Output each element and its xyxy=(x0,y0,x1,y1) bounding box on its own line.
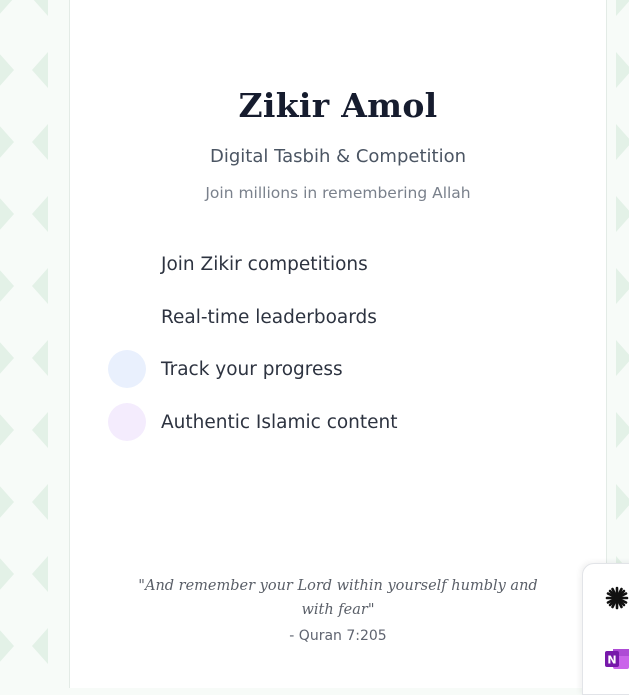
pattern-chevron xyxy=(32,124,48,160)
app-tagline: Join millions in remembering Allah xyxy=(205,184,471,202)
welcome-card: Zikir Amol Digital Tasbih & Competition … xyxy=(69,0,607,688)
pattern-chevron xyxy=(32,628,48,664)
pattern-chevron xyxy=(32,412,48,448)
onenote-icon[interactable]: N xyxy=(603,645,629,673)
pattern-chevron xyxy=(32,556,48,592)
app-title: Zikir Amol xyxy=(238,86,438,125)
feature-label: Real-time leaderboards xyxy=(161,306,377,328)
pattern-chevron xyxy=(32,52,48,88)
pattern-chevron xyxy=(616,268,629,304)
pattern-chevron xyxy=(616,196,629,232)
pattern-chevron xyxy=(616,484,629,520)
pattern-chevron xyxy=(0,558,14,590)
pattern-chevron xyxy=(616,412,629,448)
pattern-chevron xyxy=(616,340,629,376)
pattern-chevron xyxy=(32,340,48,376)
pattern-chevron xyxy=(0,270,14,302)
feature-label: Authentic Islamic content xyxy=(161,411,398,433)
feature-competitions: Join Zikir competitions xyxy=(108,245,368,283)
pattern-chevron xyxy=(32,196,48,232)
pattern-chevron xyxy=(0,0,13,14)
asterisk-icon[interactable] xyxy=(603,584,629,612)
pattern-chevron xyxy=(0,126,14,158)
feature-label: Track your progress xyxy=(161,358,343,380)
feature-label: Join Zikir competitions xyxy=(161,253,368,275)
pattern-chevron xyxy=(0,486,14,518)
pattern-chevron xyxy=(0,342,14,374)
quote-reference: - Quran 7:205 xyxy=(289,628,387,644)
pattern-chevron xyxy=(33,0,48,16)
pattern-chevron xyxy=(0,54,14,86)
feature-progress: Track your progress xyxy=(108,350,343,388)
pattern-chevron xyxy=(32,268,48,304)
pattern-chevron xyxy=(0,630,14,662)
svg-text:N: N xyxy=(607,654,616,667)
feature-content: Authentic Islamic content xyxy=(108,403,398,441)
progress-icon xyxy=(108,350,146,388)
pattern-chevron xyxy=(32,484,48,520)
trophy-icon xyxy=(108,245,146,283)
pattern-chevron xyxy=(616,0,629,16)
pattern-chevron xyxy=(616,52,629,88)
app-subtitle: Digital Tasbih & Competition xyxy=(210,146,466,167)
pattern-chevron xyxy=(0,414,14,446)
pattern-chevron xyxy=(0,198,14,230)
quote-text: "And remember your Lord within yourself … xyxy=(138,578,538,618)
pattern-chevron xyxy=(616,124,629,160)
book-icon xyxy=(108,403,146,441)
floating-dock: N xyxy=(582,563,629,695)
leaderboard-icon xyxy=(108,298,146,336)
feature-leaderboards: Real-time leaderboards xyxy=(108,298,377,336)
